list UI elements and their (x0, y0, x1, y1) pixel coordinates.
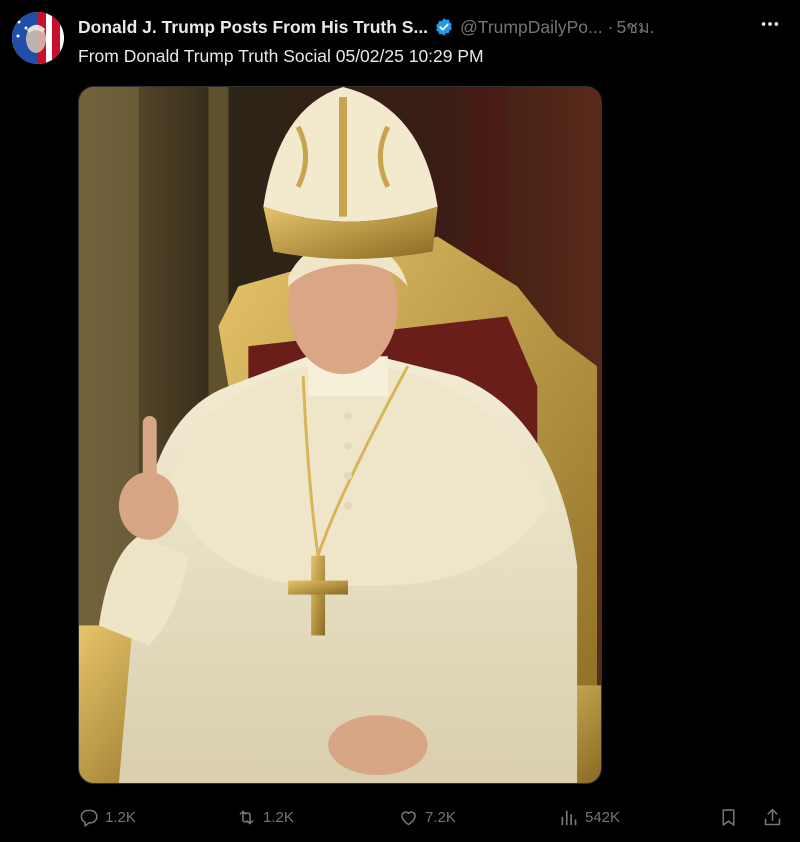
more-dots-icon (761, 22, 779, 26)
repost-count: 1.2K (263, 808, 294, 826)
author-handle[interactable]: @TrumpDailyPo... (460, 17, 603, 38)
like-button[interactable]: 7.2K (398, 804, 456, 830)
separator-dot: · (607, 16, 614, 37)
author-name[interactable]: Donald J. Trump Posts From His Truth S..… (78, 17, 428, 38)
repost-arrows-icon (239, 810, 254, 824)
views-bars-icon (561, 810, 577, 825)
post-time[interactable]: 5ชม. (616, 13, 654, 41)
post-header: Donald J. Trump Posts From His Truth S..… (78, 14, 786, 40)
reply-bubble-icon (80, 809, 98, 827)
post-image[interactable] (78, 86, 602, 784)
more-button[interactable] (758, 12, 782, 36)
heart-icon (401, 810, 416, 825)
pope-portrait-image (79, 87, 601, 783)
author-avatar[interactable] (12, 12, 64, 64)
views-count: 542K (585, 808, 621, 826)
reply-count: 1.2K (105, 808, 136, 826)
reply-button[interactable]: 1.2K (78, 804, 136, 830)
verified-badge-icon (436, 18, 452, 36)
post-actions: 1.2K 1.2K 7.2K 542K (78, 804, 790, 830)
repost-button[interactable]: 1.2K (236, 804, 294, 830)
like-count: 7.2K (425, 808, 456, 826)
bookmark-button[interactable] (718, 804, 739, 830)
avatar-image (12, 12, 64, 64)
post-text: From Donald Trump Truth Social 05/02/25 … (78, 46, 484, 66)
share-button[interactable] (762, 804, 783, 830)
post: Donald J. Trump Posts From His Truth S..… (0, 0, 800, 842)
share-upload-icon (764, 808, 781, 825)
bookmark-icon (722, 808, 735, 826)
views-button[interactable]: 542K (558, 804, 620, 830)
